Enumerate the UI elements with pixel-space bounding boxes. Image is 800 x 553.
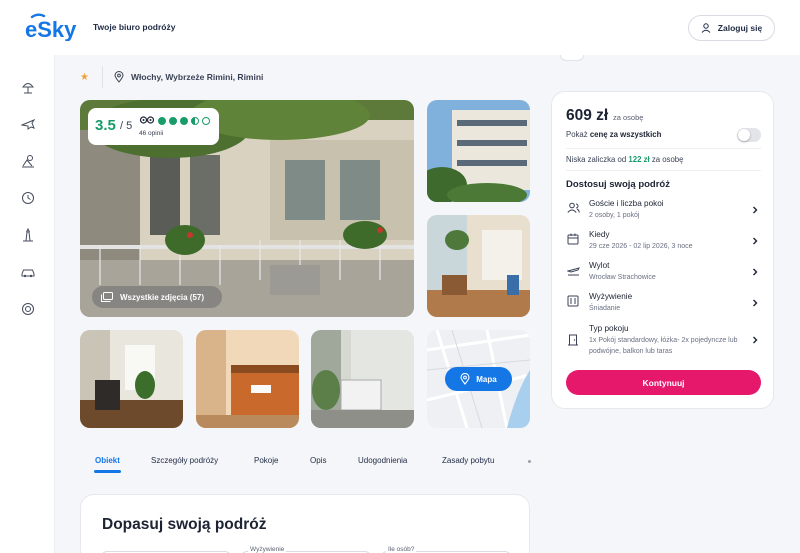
continue-button[interactable]: Kontynuuj — [566, 370, 761, 395]
calendar-icon — [566, 232, 580, 246]
section-tabs: Obiekt Szczegóły podróży Pokoje Opis Udo… — [80, 452, 540, 476]
option-value: 2 osoby, 1 pokój — [589, 212, 640, 219]
hotel-photo[interactable] — [311, 330, 414, 428]
meal-field-label: Wyżywienie — [248, 546, 287, 553]
deposit-prefix: Niska zaliczka od — [566, 155, 629, 164]
hotel-photo[interactable] — [427, 215, 530, 317]
tagline: Twoje biuro podróży — [93, 22, 176, 32]
top-header: eSky Twoje biuro podróży Zaloguj się — [0, 0, 800, 55]
all-photos-label: Wszystkie zdjęcia (57) — [120, 292, 205, 302]
toggle-knob — [738, 129, 750, 141]
divider — [566, 170, 761, 171]
esky-logo[interactable]: eSky — [24, 12, 84, 42]
hotel-photo[interactable] — [196, 330, 299, 428]
svg-text:eSky: eSky — [25, 17, 77, 41]
plane-icon[interactable] — [19, 115, 37, 133]
chevron-right-icon — [753, 336, 758, 344]
price: 609 zł — [566, 107, 609, 124]
car-icon[interactable] — [19, 263, 37, 281]
option-dates[interactable]: Kiedy 29 cze 2026 - 02 lip 2026, 3 noce — [566, 230, 761, 254]
option-meal[interactable]: Wyżywienie Śniadanie — [566, 292, 761, 316]
rating-card[interactable]: 3.5 / 5 46 opinii — [88, 108, 219, 145]
option-departure[interactable]: Wylot Wrocław Strachowice — [566, 261, 761, 285]
location-pin-icon — [114, 71, 124, 83]
tab-pokoje[interactable]: Pokoje — [254, 456, 278, 465]
user-icon — [701, 23, 711, 33]
chevron-right-icon — [753, 299, 758, 307]
lighthouse-icon[interactable] — [19, 226, 37, 244]
guests-field-label: Ile osób? — [386, 546, 417, 553]
hotel-photo[interactable] — [427, 100, 530, 202]
tabs-more-indicator[interactable] — [528, 460, 531, 463]
meal-icon — [566, 294, 580, 308]
rating-dot — [191, 117, 199, 125]
rating-dots — [158, 117, 210, 125]
customize-title: Dostosuj swoją podróż — [566, 179, 670, 190]
clock-icon[interactable] — [19, 189, 37, 207]
gallery-icon — [101, 292, 113, 302]
option-value: Śniadanie — [589, 305, 621, 312]
show-total-bold: cenę za wszystkich — [589, 130, 662, 139]
beach-chair-icon[interactable] — [19, 152, 37, 170]
total-price-toggle[interactable] — [737, 128, 761, 142]
breadcrumb-divider — [102, 66, 103, 88]
hotel-star-icon: ★ — [80, 71, 89, 83]
option-title: Kiedy — [589, 230, 610, 239]
option-value: 1x Pokój standardowy, łóżka- 2x pojedync… — [589, 337, 738, 355]
deposit-amount: 122 zł — [628, 155, 650, 164]
tripadvisor-owl-icon — [140, 116, 154, 124]
hotel-photo[interactable] — [80, 330, 183, 428]
option-value: Wrocław Strachowice — [589, 274, 656, 281]
esky-logo-mark: eSky — [25, 13, 77, 41]
rating-dot — [180, 117, 188, 125]
section-title: Dopasuj swoją podróż — [102, 516, 267, 533]
departure-icon — [566, 263, 580, 277]
chevron-right-icon — [753, 237, 758, 245]
location-label[interactable]: Włochy, Wybrzeże Rimini, Rimini — [131, 72, 263, 82]
show-total-price-label: Pokaż cenę za wszystkich — [566, 130, 661, 139]
reviews-count: 46 opinii — [139, 130, 164, 137]
tab-zasady-pobytu[interactable]: Zasady pobytu — [442, 456, 494, 465]
tab-obiekt[interactable]: Obiekt — [95, 456, 120, 465]
option-room-type[interactable]: Typ pokoju 1x Pokój standardowy, łóżka- … — [566, 324, 761, 360]
chevron-right-icon — [753, 206, 758, 214]
tab-szczegoly-podrozy[interactable]: Szczegóły podróży — [151, 456, 218, 465]
booking-card: 609 zł za osobę Pokaż cenę za wszystkich… — [551, 91, 774, 409]
rating-max: / 5 — [120, 120, 133, 132]
rating-dot — [169, 117, 177, 125]
room-door-icon — [566, 333, 580, 347]
show-total-prefix: Pokaż — [566, 130, 590, 139]
deposit-suffix: za osobę — [649, 155, 684, 164]
option-title: Wyżywienie — [589, 292, 633, 301]
option-title: Goście i liczba pokoi — [589, 199, 664, 208]
beach-umbrella-icon[interactable] — [19, 78, 37, 96]
scroll-up-handle[interactable] — [560, 55, 584, 61]
map-button[interactable]: Mapa — [445, 367, 512, 391]
active-tab-indicator — [94, 470, 121, 473]
rating-dot — [158, 117, 166, 125]
tab-opis[interactable]: Opis — [310, 456, 326, 465]
option-value: 29 cze 2026 - 02 lip 2026, 3 noce — [589, 243, 693, 250]
customize-trip-section: Dopasuj swoją podróż Wyżywienie Ile osób… — [80, 494, 530, 553]
price-unit: za osobę — [613, 113, 644, 122]
deposit-info: Niska zaliczka od 122 zł za osobę — [566, 155, 683, 164]
option-title: Typ pokoju — [589, 324, 629, 333]
divider — [566, 148, 761, 149]
all-photos-button[interactable]: Wszystkie zdjęcia (57) — [92, 286, 222, 308]
map-pin-icon — [460, 373, 470, 385]
guests-icon — [566, 201, 580, 215]
rating-dot — [202, 117, 210, 125]
option-title: Wylot — [589, 261, 610, 270]
option-guests[interactable]: Goście i liczba pokoi 2 osoby, 1 pokój — [566, 199, 761, 223]
map-label: Mapa — [476, 374, 497, 384]
breadcrumb: ★ Włochy, Wybrzeże Rimini, Rimini — [80, 66, 263, 88]
rating-score: 3.5 — [95, 117, 116, 134]
chevron-right-icon — [753, 268, 758, 276]
login-label: Zaloguj się — [717, 23, 763, 33]
tab-udogodnienia[interactable]: Udogodnienia — [358, 456, 407, 465]
left-sidebar — [0, 55, 55, 553]
login-button[interactable]: Zaloguj się — [688, 15, 775, 41]
lifebuoy-icon[interactable] — [19, 300, 37, 318]
